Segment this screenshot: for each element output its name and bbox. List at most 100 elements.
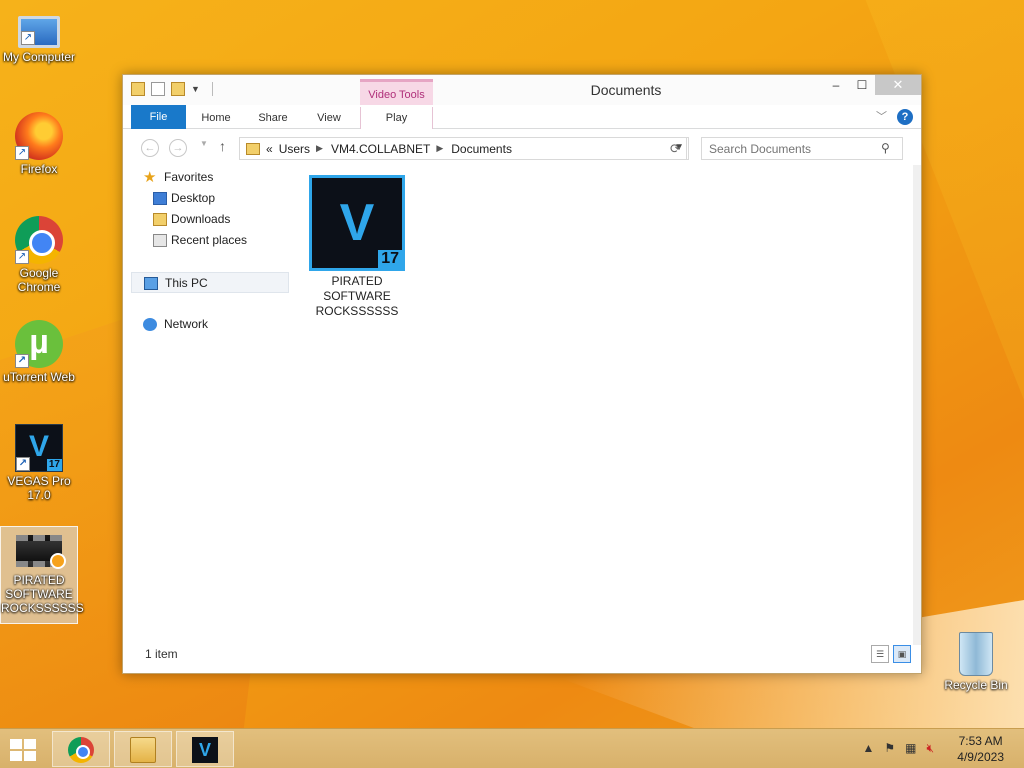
nav-item-this-pc[interactable]: This PC bbox=[131, 272, 289, 293]
start-button[interactable] bbox=[10, 739, 38, 761]
taskbar-explorer-button[interactable] bbox=[114, 731, 172, 767]
expand-ribbon-icon[interactable]: ﹀ bbox=[876, 108, 887, 124]
action-center-flag-icon[interactable]: ⚑ bbox=[884, 741, 895, 756]
desktop-icon-label: VEGAS Pro 17.0 bbox=[7, 474, 71, 502]
chrome-icon bbox=[68, 737, 94, 763]
window-title: Documents bbox=[590, 82, 662, 98]
shortcut-arrow-icon: ↗ bbox=[15, 250, 29, 264]
tab-view[interactable]: View bbox=[307, 107, 351, 129]
nav-item-desktop[interactable]: Desktop bbox=[131, 188, 289, 209]
refresh-button[interactable]: ⟳ bbox=[665, 137, 687, 160]
clock[interactable]: 7:53 AM 4/9/2023 bbox=[957, 733, 1004, 765]
taskbar: V ▲ ⚑ ▦ 🔇︎ 7:53 AM 4/9/2023 bbox=[0, 728, 1024, 768]
desktop-icon-video-file[interactable]: PIRATED SOFTWARE ROCKSSSSSS bbox=[0, 526, 84, 624]
tab-file[interactable]: File bbox=[131, 105, 186, 129]
address-bar-row: ← → ▼ ↑ « Users ▶ VM4.COLLABNET ▶ Docume… bbox=[123, 129, 921, 165]
nav-item-label: This PC bbox=[165, 276, 208, 290]
breadcrumb-documents[interactable]: Documents bbox=[451, 142, 512, 156]
version-badge: 17 bbox=[46, 459, 62, 471]
quick-access-toolbar: ▼ bbox=[131, 82, 213, 96]
windows-icon bbox=[10, 739, 22, 749]
recent-places-icon bbox=[153, 234, 167, 247]
up-button[interactable]: ↑ bbox=[219, 138, 226, 154]
search-input[interactable] bbox=[701, 137, 903, 160]
desktop-icon-my-computer[interactable]: ↗ My Computer bbox=[0, 10, 78, 64]
nav-item-network[interactable]: Network bbox=[131, 314, 289, 335]
nav-item-recent-places[interactable]: Recent places bbox=[131, 230, 289, 251]
video-tools-context-tab: Video Tools bbox=[360, 79, 433, 106]
vegas-icon: V 17 bbox=[309, 175, 405, 271]
utorrent-icon: µ ↗ bbox=[15, 320, 63, 368]
breadcrumb-overflow[interactable]: « bbox=[266, 142, 273, 156]
folder-icon bbox=[246, 142, 260, 155]
large-icons-view-button[interactable]: ▣ bbox=[893, 645, 911, 663]
computer-icon: ↗ bbox=[18, 16, 60, 48]
network-icon[interactable]: ▦ bbox=[905, 741, 916, 756]
chevron-down-icon[interactable]: ▼ bbox=[191, 84, 200, 94]
desktop-icon-label: PIRATED SOFTWARE ROCKSSSSSS bbox=[1, 573, 84, 615]
windows-icon-pane bbox=[10, 751, 22, 761]
show-hidden-icons-icon[interactable]: ▲ bbox=[862, 741, 874, 756]
firefox-icon: ↗ bbox=[15, 112, 63, 160]
file-item[interactable]: V 17 PIRATED SOFTWARE ROCKSSSSSS bbox=[307, 175, 407, 319]
back-button[interactable]: ← bbox=[141, 139, 159, 157]
nav-item-label: Favorites bbox=[164, 170, 214, 184]
desktop-icon-vegas[interactable]: V 17 ↗ VEGAS Pro 17.0 bbox=[0, 424, 78, 502]
file-list[interactable]: V 17 PIRATED SOFTWARE ROCKSSSSSS bbox=[295, 171, 915, 641]
nav-item-favorites[interactable]: ★ Favorites bbox=[131, 167, 289, 188]
search-icon[interactable]: ⚲ bbox=[881, 141, 890, 155]
chevron-right-icon[interactable]: ▶ bbox=[436, 143, 443, 154]
tab-play[interactable]: Play bbox=[360, 107, 433, 129]
properties-icon[interactable] bbox=[151, 82, 165, 96]
clock-time: 7:53 AM bbox=[958, 734, 1003, 748]
details-view-button[interactable]: ☰ bbox=[871, 645, 889, 663]
tab-share[interactable]: Share bbox=[249, 107, 297, 129]
desktop-icon-firefox[interactable]: ↗ Firefox bbox=[0, 112, 78, 176]
folder-icon[interactable] bbox=[131, 82, 145, 96]
vegas-glyph: V bbox=[339, 194, 375, 252]
nav-item-label: Recent places bbox=[171, 233, 248, 247]
chevron-right-icon[interactable]: ▶ bbox=[316, 143, 323, 154]
desktop-icon-label: Recycle Bin bbox=[944, 678, 1008, 692]
video-file-icon bbox=[16, 535, 66, 569]
new-folder-icon[interactable] bbox=[171, 82, 185, 96]
volume-muted-icon[interactable]: 🔇︎ bbox=[926, 741, 934, 756]
address-bar[interactable]: « Users ▶ VM4.COLLABNET ▶ Documents ▼ bbox=[239, 137, 689, 160]
title-bar[interactable]: ▼ Video Tools Documents ‒ ☐ ✕ bbox=[123, 75, 921, 106]
help-icon[interactable]: ? bbox=[897, 109, 913, 125]
desktop-icon-label: Firefox bbox=[20, 162, 58, 176]
taskbar-chrome-button[interactable] bbox=[52, 731, 110, 767]
desktop-icon-utorrent[interactable]: µ ↗ uTorrent Web bbox=[0, 320, 78, 384]
nav-item-label: Desktop bbox=[171, 191, 216, 205]
window-controls: ‒ ☐ ✕ bbox=[823, 75, 921, 95]
pc-icon bbox=[144, 277, 158, 290]
shortcut-arrow-icon: ↗ bbox=[16, 457, 30, 471]
minimize-button[interactable]: ‒ bbox=[823, 75, 849, 95]
clock-date: 4/9/2023 bbox=[957, 750, 1004, 764]
desktop-icon-label: My Computer bbox=[2, 50, 76, 64]
close-button[interactable]: ✕ bbox=[875, 75, 921, 95]
ribbon-tabs: File Home Share View Play ﹀ ? bbox=[123, 105, 921, 129]
breadcrumb-users[interactable]: Users bbox=[279, 142, 310, 156]
status-bar: 1 item ☰ ▣ bbox=[131, 643, 915, 665]
desktop-icon-chrome[interactable]: ↗ Google Chrome bbox=[0, 216, 78, 294]
maximize-button[interactable]: ☐ bbox=[849, 75, 875, 95]
desktop-icon bbox=[153, 192, 167, 205]
nav-item-downloads[interactable]: Downloads bbox=[131, 209, 289, 230]
system-tray: ▲ ⚑ ▦ 🔇︎ bbox=[862, 741, 934, 756]
tab-home[interactable]: Home bbox=[193, 107, 239, 129]
shortcut-arrow-icon: ↗ bbox=[21, 31, 35, 45]
taskbar-vegas-button[interactable]: V bbox=[176, 731, 234, 767]
file-name: PIRATED SOFTWARE ROCKSSSSSS bbox=[315, 274, 399, 318]
explorer-window[interactable]: ▼ Video Tools Documents ‒ ☐ ✕ File Home … bbox=[122, 74, 922, 674]
desktop-icon-recycle-bin[interactable]: Recycle Bin bbox=[936, 632, 1016, 692]
forward-button[interactable]: → bbox=[169, 139, 187, 157]
breadcrumb-vm4[interactable]: VM4.COLLABNET bbox=[331, 142, 430, 156]
window-border bbox=[913, 165, 921, 645]
view-buttons: ☰ ▣ bbox=[871, 645, 911, 663]
navigation-pane: ★ Favorites Desktop Downloads Recent pla… bbox=[131, 167, 289, 637]
desktop-icon-label: Google Chrome bbox=[17, 266, 61, 294]
recent-locations-icon[interactable]: ▼ bbox=[200, 139, 208, 148]
vegas-icon: V 17 ↗ bbox=[15, 424, 63, 472]
item-count: 1 item bbox=[145, 647, 178, 661]
